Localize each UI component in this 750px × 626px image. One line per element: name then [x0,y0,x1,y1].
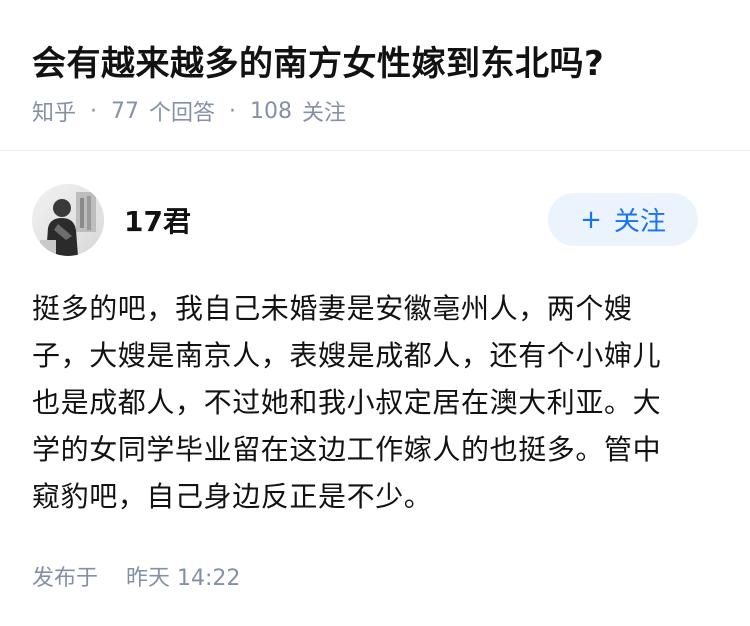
source-label[interactable]: 知乎 [32,95,76,127]
answer-line: 子，大嫂是南京人，表嫂是成都人，还有个小婶儿 [32,339,662,372]
plus-icon: + [580,204,602,235]
follow-button[interactable]: + 关注 [548,193,698,246]
followers-label: 关注 [302,101,347,126]
answer-line: 挺多的吧，我自己未婚妻是安徽亳州人，两个嫂 [32,292,633,325]
avatar[interactable] [32,184,104,256]
meta-separator: · [90,98,98,124]
answer-line: 学的女同学毕业留在这边工作嫁人的也挺多。管中 [32,433,662,466]
answers-count: 77 [111,98,140,124]
answer-line: 窥豹吧，自己身边反正是不少。 [32,480,433,513]
question-title[interactable]: 会有越来越多的南方女性嫁到东北吗? [32,36,604,85]
header-divider [0,150,750,151]
publish-time: 昨天 14:22 [126,566,241,591]
meta-separator-2: · [229,98,237,124]
author-name[interactable]: 17君 [124,200,191,240]
answer-content: 挺多的吧，我自己未婚妻是安徽亳州人，两个嫂 子，大嫂是南京人，表嫂是成都人，还有… [32,285,704,520]
followers-count: 108 [250,98,293,124]
answer-line: 也是成都人，不过她和我小叔定居在澳大利亚。大 [32,386,662,419]
publish-info: 发布于 昨天 14:22 [32,560,240,592]
publish-label: 发布于 [32,566,99,591]
avatar-image [32,184,104,256]
answers-label: 个回答 [149,101,216,126]
follow-label: 关注 [613,207,666,237]
question-header: 会有越来越多的南方女性嫁到东北吗? 知乎 · 77 个回答 · 108 关注 [0,0,750,150]
question-meta: 知乎 · 77 个回答 · 108 关注 [32,95,346,127]
